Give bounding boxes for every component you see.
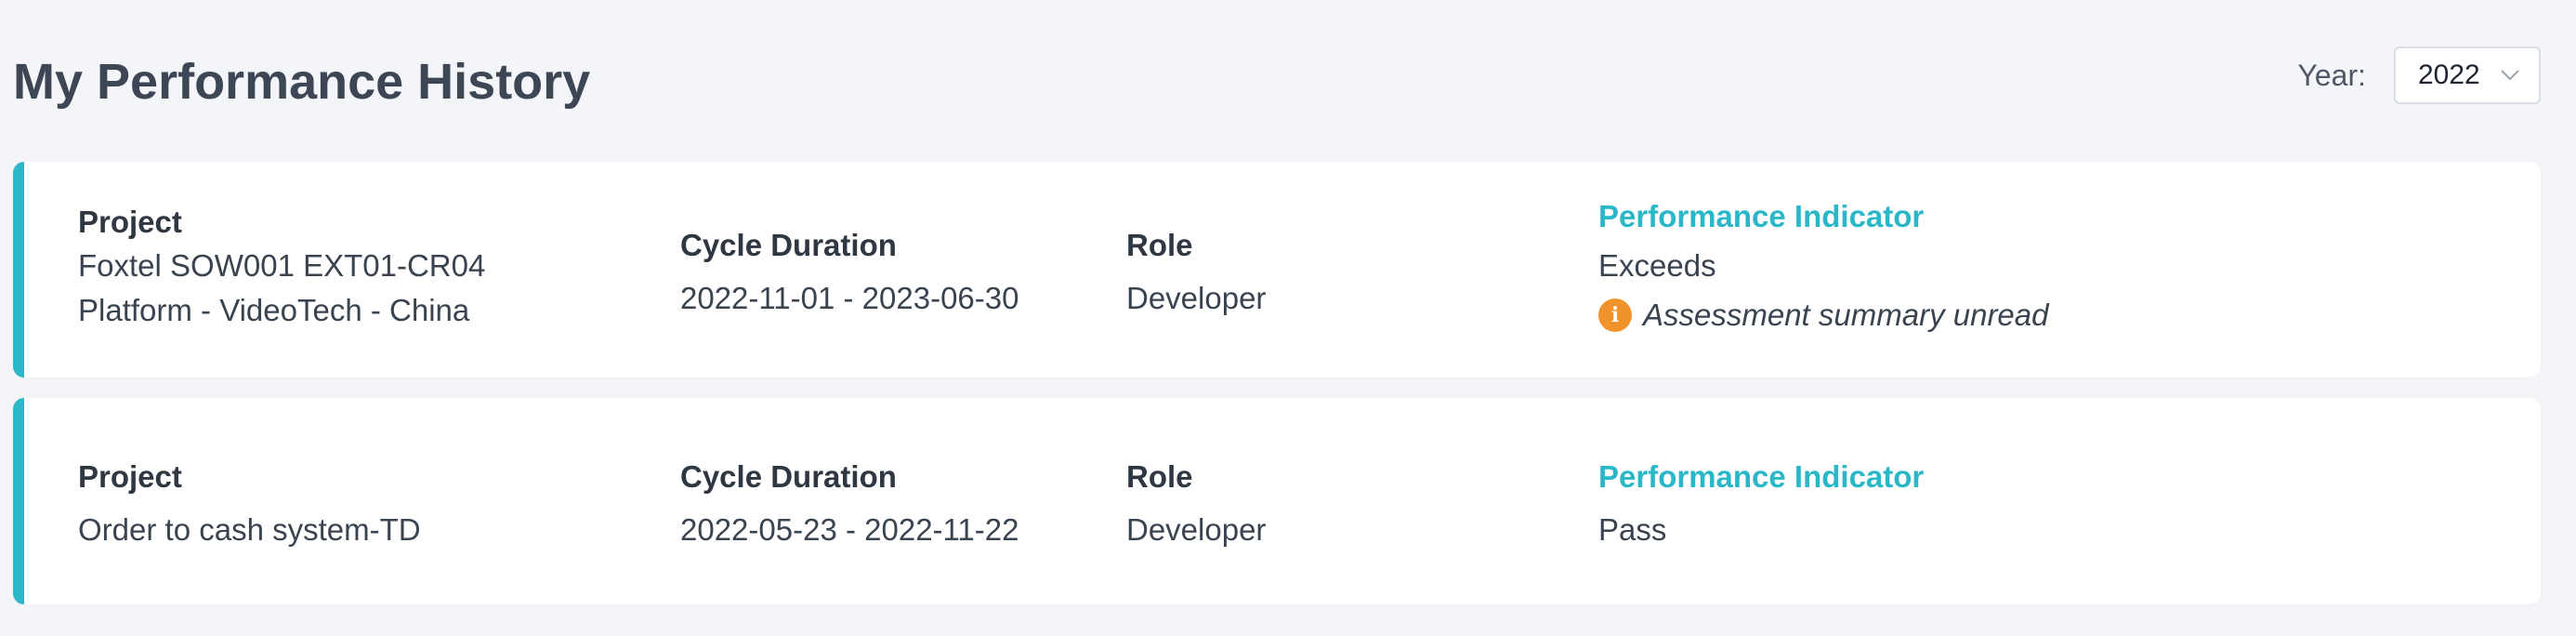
card-accent-bar — [13, 398, 24, 604]
project-name-line: Foxtel SOW001 EXT01-CR04 — [78, 248, 486, 283]
role-column: Role Developer — [1126, 224, 1266, 321]
role-column: Role Developer — [1126, 456, 1266, 552]
performance-indicator-column: Performance Indicator Exceeds i Assessme… — [1598, 195, 2049, 337]
project-column: Project Foxtel SOW001 EXT01-CR04 Platfor… — [78, 201, 485, 333]
project-name-line: Platform - VideoTech - China — [78, 293, 470, 327]
project-column: Project Order to cash system-TD — [78, 456, 421, 552]
assessment-notice-text: Assessment summary unread — [1643, 298, 2049, 332]
page-title: My Performance History — [13, 54, 591, 110]
project-heading: Project — [78, 459, 182, 494]
cycle-duration-column: Cycle Duration 2022-05-23 - 2022-11-22 — [680, 456, 1019, 552]
card-accent-bar — [13, 162, 24, 378]
cycle-duration-value: 2022-05-23 - 2022-11-22 — [680, 512, 1019, 547]
assessment-notice[interactable]: i Assessment summary unread — [1598, 294, 2049, 337]
performance-card[interactable]: Project Order to cash system-TD Cycle Du… — [13, 398, 2541, 604]
cycle-duration-value: 2022-11-01 - 2023-06-30 — [680, 281, 1019, 315]
project-name-line: Order to cash system-TD — [78, 512, 421, 547]
role-heading: Role — [1126, 228, 1193, 262]
cycle-duration-heading: Cycle Duration — [680, 459, 897, 494]
performance-indicator-heading: Performance Indicator — [1598, 199, 1925, 233]
cycle-duration-heading: Cycle Duration — [680, 228, 897, 262]
year-filter: Year: 2022 — [2297, 46, 2541, 104]
performance-indicator-column: Performance Indicator Pass — [1598, 456, 1924, 552]
role-heading: Role — [1126, 459, 1193, 494]
year-label: Year: — [2297, 59, 2366, 92]
info-icon: i — [1598, 298, 1632, 332]
role-value: Developer — [1126, 512, 1267, 547]
role-value: Developer — [1126, 281, 1267, 315]
year-select[interactable]: 2022 — [2394, 46, 2541, 104]
performance-indicator-value: Pass — [1598, 512, 1667, 547]
project-heading: Project — [78, 205, 182, 239]
performance-card[interactable]: Project Foxtel SOW001 EXT01-CR04 Platfor… — [13, 162, 2541, 378]
chevron-down-icon — [2501, 70, 2519, 81]
year-select-value: 2022 — [2418, 60, 2480, 90]
performance-indicator-value: Exceeds — [1598, 248, 1716, 283]
cycle-duration-column: Cycle Duration 2022-11-01 - 2023-06-30 — [680, 224, 1019, 321]
performance-indicator-heading: Performance Indicator — [1598, 459, 1925, 494]
